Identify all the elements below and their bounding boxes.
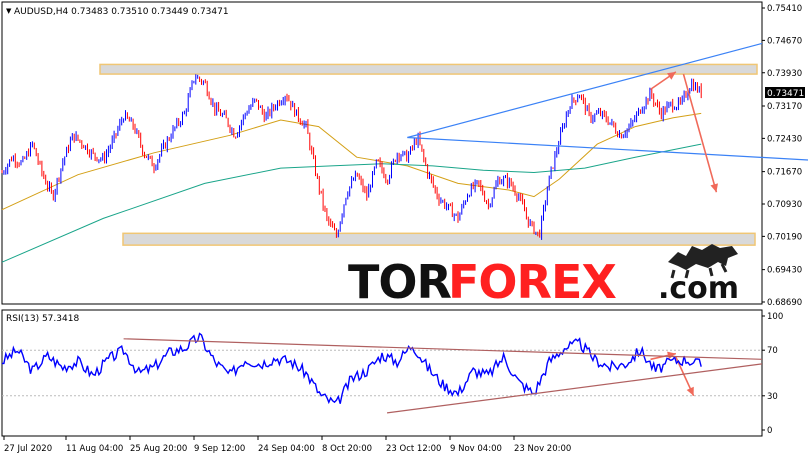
price-tick-label: 0.71670 <box>767 168 802 178</box>
watermark-tor: TOR <box>348 255 451 309</box>
watermark-dotcom: .com <box>658 271 739 306</box>
time-tick-label: 27 Jul 2020 <box>4 444 52 454</box>
time-tick-label: 9 Sep 12:00 <box>194 444 245 454</box>
time-tick-label: 25 Aug 20:00 <box>130 444 187 454</box>
current-price-tag: 0.73471 <box>765 87 805 99</box>
rsi-tick-label: 70 <box>767 346 778 356</box>
time-tick-label: 23 Oct 12:00 <box>386 444 441 454</box>
time-tick-label: 9 Nov 04:00 <box>450 444 502 454</box>
chart-header: AUDUSD,H4 0.73483 0.73510 0.73449 0.7347… <box>14 7 229 17</box>
zone-support <box>122 232 756 246</box>
time-tick-label: 11 Aug 04:00 <box>66 444 123 454</box>
time-tick-label: 23 Nov 20:00 <box>514 444 571 454</box>
rsi-header: RSI(13) 57.3418 <box>6 314 79 324</box>
price-tick-label: 0.70930 <box>767 200 802 210</box>
collapse-arrow-icon[interactable]: ▼ <box>6 7 12 15</box>
chart-svg[interactable]: TOR FOREX .com ▼ AUDUSD,H4 0.73483 0.735… <box>0 0 808 458</box>
price-tick-label: 0.73170 <box>767 102 802 112</box>
rsi-axis: 100 70 30 0 <box>762 312 783 436</box>
rsi-tick-label: 30 <box>767 392 778 402</box>
time-axis: 27 Jul 2020 11 Aug 04:00 25 Aug 20:00 9 Sep… <box>3 436 571 454</box>
price-tick-label: 0.68690 <box>767 298 802 308</box>
price-tick-label: 0.70190 <box>767 232 802 242</box>
time-tick-label: 24 Sep 04:00 <box>258 444 315 454</box>
rsi-tick-label: 0 <box>767 426 772 436</box>
current-price-label: 0.73471 <box>767 89 804 99</box>
rsi-tick-label: 100 <box>767 312 783 322</box>
zone-resistance <box>99 63 758 75</box>
chart-window[interactable]: TOR FOREX .com ▼ AUDUSD,H4 0.73483 0.735… <box>0 0 808 458</box>
price-tick-label: 0.75410 <box>767 4 802 14</box>
price-tick-label: 0.72430 <box>767 134 802 144</box>
watermark-forex: FOREX <box>448 255 616 309</box>
price-axis: 0.75410 0.74670 0.73930 0.73170 0.72430 0.716… <box>762 4 802 308</box>
price-tick-label: 0.69430 <box>767 266 802 276</box>
price-tick-label: 0.73930 <box>767 69 802 79</box>
price-tick-label: 0.74670 <box>767 36 802 46</box>
time-tick-label: 8 Oct 20:00 <box>322 444 372 454</box>
rsi-frame <box>1 309 763 437</box>
